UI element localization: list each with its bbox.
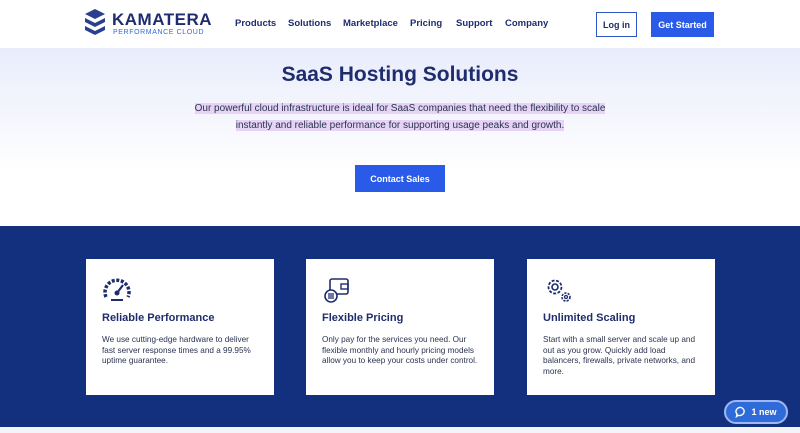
nav-item-company[interactable]: Company [505,18,548,29]
nav-item-marketplace[interactable]: Marketplace [343,18,398,29]
bottom-strip [0,427,800,433]
speedometer-icon [103,278,131,301]
features-section: Reliable Performance We use cutting-edge… [0,226,800,433]
feature-description: Only pay for the services you need. Our … [322,335,478,365]
nav-item-pricing[interactable]: Pricing [410,18,442,29]
chat-bubble-icon [735,406,746,418]
nav-item-solutions[interactable]: Solutions [288,18,331,29]
login-button[interactable]: Log in [596,12,637,37]
nav-item-products[interactable]: Products [235,18,276,29]
contact-sales-button[interactable]: Contact Sales [355,165,445,192]
feature-title: Reliable Performance [102,312,215,324]
chat-widget-button[interactable]: 1 new [724,400,788,424]
brand-name: KAMATERA [112,10,213,29]
kamatera-logo[interactable]: KAMATERA PERFORMANCE CLOUD [84,8,212,40]
get-started-button[interactable]: Get Started [651,12,714,37]
site-header: KAMATERA PERFORMANCE CLOUD Products Solu… [0,0,800,48]
feature-description: Start with a small server and scale up a… [543,335,695,376]
hero-description: Our powerful cloud infrastructure is ide… [180,100,620,134]
feature-card-pricing: Flexible Pricing Only pay for the servic… [306,259,494,395]
hero-section: SaaS Hosting Solutions Our powerful clou… [0,48,800,226]
feature-description: We use cutting-edge hardware to deliver … [102,335,251,365]
feature-card-scaling: Unlimited Scaling Start with a small ser… [527,259,715,395]
logo-mark-icon [85,9,105,35]
wallet-icon [324,278,349,303]
nav-item-support[interactable]: Support [456,18,492,29]
gears-icon [547,279,571,302]
hero-description-text: Our powerful cloud infrastructure is ide… [194,103,606,131]
feature-title: Unlimited Scaling [543,312,636,324]
feature-title: Flexible Pricing [322,312,404,324]
brand-tagline: PERFORMANCE CLOUD [113,29,205,36]
page-title: SaaS Hosting Solutions [281,63,519,86]
feature-card-performance: Reliable Performance We use cutting-edge… [86,259,274,395]
chat-label: 1 new [751,407,777,417]
